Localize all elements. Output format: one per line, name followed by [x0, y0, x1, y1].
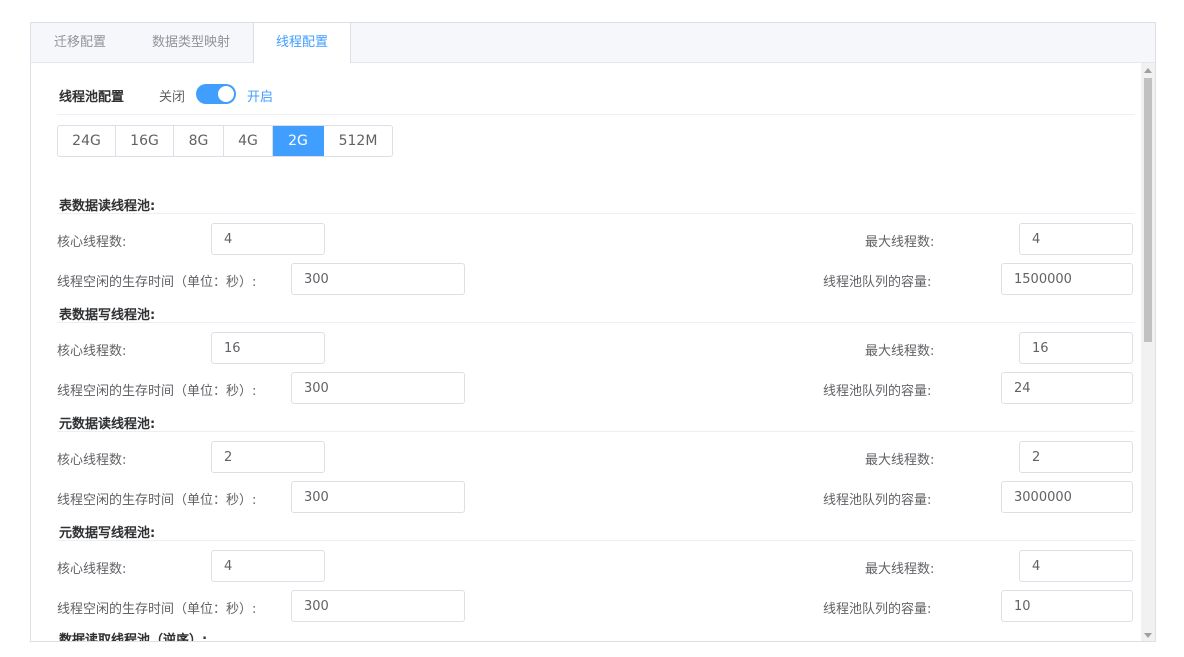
idle-time-input[interactable]	[291, 481, 465, 513]
idle-time-input[interactable]	[291, 590, 465, 622]
section-title: 数据读取线程池（逆序）:	[59, 633, 208, 642]
max-threads-input[interactable]	[1019, 223, 1133, 255]
divider	[57, 114, 1135, 115]
pool-config-label: 线程池配置	[59, 90, 125, 105]
queue-capacity-label: 线程池队列的容量:	[823, 384, 932, 399]
switch-knob	[218, 86, 234, 102]
config-panel: 迁移配置 数据类型映射 线程配置 线程池配置 关闭 开启 24G 16G 8G …	[30, 22, 1156, 642]
queue-capacity-label: 线程池队列的容量:	[823, 493, 932, 508]
tab-migration-config[interactable]: 迁移配置	[31, 23, 129, 62]
switch-off-label: 关闭	[159, 90, 186, 105]
max-threads-input[interactable]	[1019, 332, 1133, 364]
tab-bar: 迁移配置 数据类型映射 线程配置	[31, 23, 1155, 63]
max-threads-input[interactable]	[1019, 441, 1133, 473]
section-title: 表数据写线程池:	[59, 308, 156, 323]
max-threads-label: 最大线程数:	[865, 344, 935, 359]
memory-option-4g[interactable]: 4G	[224, 126, 273, 156]
scrollbar-thumb[interactable]	[1144, 78, 1152, 342]
queue-capacity-input[interactable]	[1001, 590, 1133, 622]
idle-time-label: 线程空闲的生存时间（单位：秒）:	[57, 493, 257, 508]
queue-capacity-input[interactable]	[1001, 372, 1133, 404]
idle-time-label: 线程空闲的生存时间（单位：秒）:	[57, 602, 257, 617]
max-threads-input[interactable]	[1019, 550, 1133, 582]
core-threads-input[interactable]	[211, 550, 325, 582]
queue-capacity-input[interactable]	[1001, 263, 1133, 295]
memory-option-24g[interactable]: 24G	[58, 126, 116, 156]
scroll-up-arrow-icon[interactable]	[1144, 68, 1152, 73]
memory-size-selector: 24G 16G 8G 4G 2G 512M	[57, 125, 393, 157]
core-threads-label: 核心线程数:	[57, 235, 127, 250]
section-title: 元数据读线程池:	[59, 417, 156, 432]
tab-thread-config[interactable]: 线程配置	[253, 23, 351, 63]
queue-capacity-label: 线程池队列的容量:	[823, 275, 932, 290]
memory-option-512m[interactable]: 512M	[324, 126, 392, 156]
core-threads-label: 核心线程数:	[57, 453, 127, 468]
core-threads-input[interactable]	[211, 223, 325, 255]
tab-datatype-mapping[interactable]: 数据类型映射	[129, 23, 253, 62]
core-threads-label: 核心线程数:	[57, 344, 127, 359]
scroll-down-arrow-icon[interactable]	[1144, 633, 1152, 638]
idle-time-input[interactable]	[291, 263, 465, 295]
divider	[57, 540, 1135, 541]
divider	[57, 322, 1135, 323]
max-threads-label: 最大线程数:	[865, 453, 935, 468]
idle-time-label: 线程空闲的生存时间（单位：秒）:	[57, 275, 257, 290]
pool-enable-switch[interactable]	[196, 84, 236, 104]
core-threads-label: 核心线程数:	[57, 562, 127, 577]
divider	[57, 213, 1135, 214]
core-threads-input[interactable]	[211, 441, 325, 473]
max-threads-label: 最大线程数:	[865, 562, 935, 577]
queue-capacity-input[interactable]	[1001, 481, 1133, 513]
idle-time-input[interactable]	[291, 372, 465, 404]
core-threads-input[interactable]	[211, 332, 325, 364]
vertical-scrollbar[interactable]	[1141, 63, 1155, 641]
thread-config-content: 线程池配置 关闭 开启 24G 16G 8G 4G 2G 512M 表数据读线程…	[31, 63, 1143, 642]
section-title: 表数据读线程池:	[59, 199, 156, 214]
switch-on-label: 开启	[247, 90, 274, 105]
memory-option-8g[interactable]: 8G	[174, 126, 224, 156]
idle-time-label: 线程空闲的生存时间（单位：秒）:	[57, 384, 257, 399]
section-title: 元数据写线程池:	[59, 526, 156, 541]
divider	[57, 431, 1135, 432]
memory-option-2g[interactable]: 2G	[273, 126, 324, 156]
memory-option-16g[interactable]: 16G	[116, 126, 174, 156]
queue-capacity-label: 线程池队列的容量:	[823, 602, 932, 617]
max-threads-label: 最大线程数:	[865, 235, 935, 250]
